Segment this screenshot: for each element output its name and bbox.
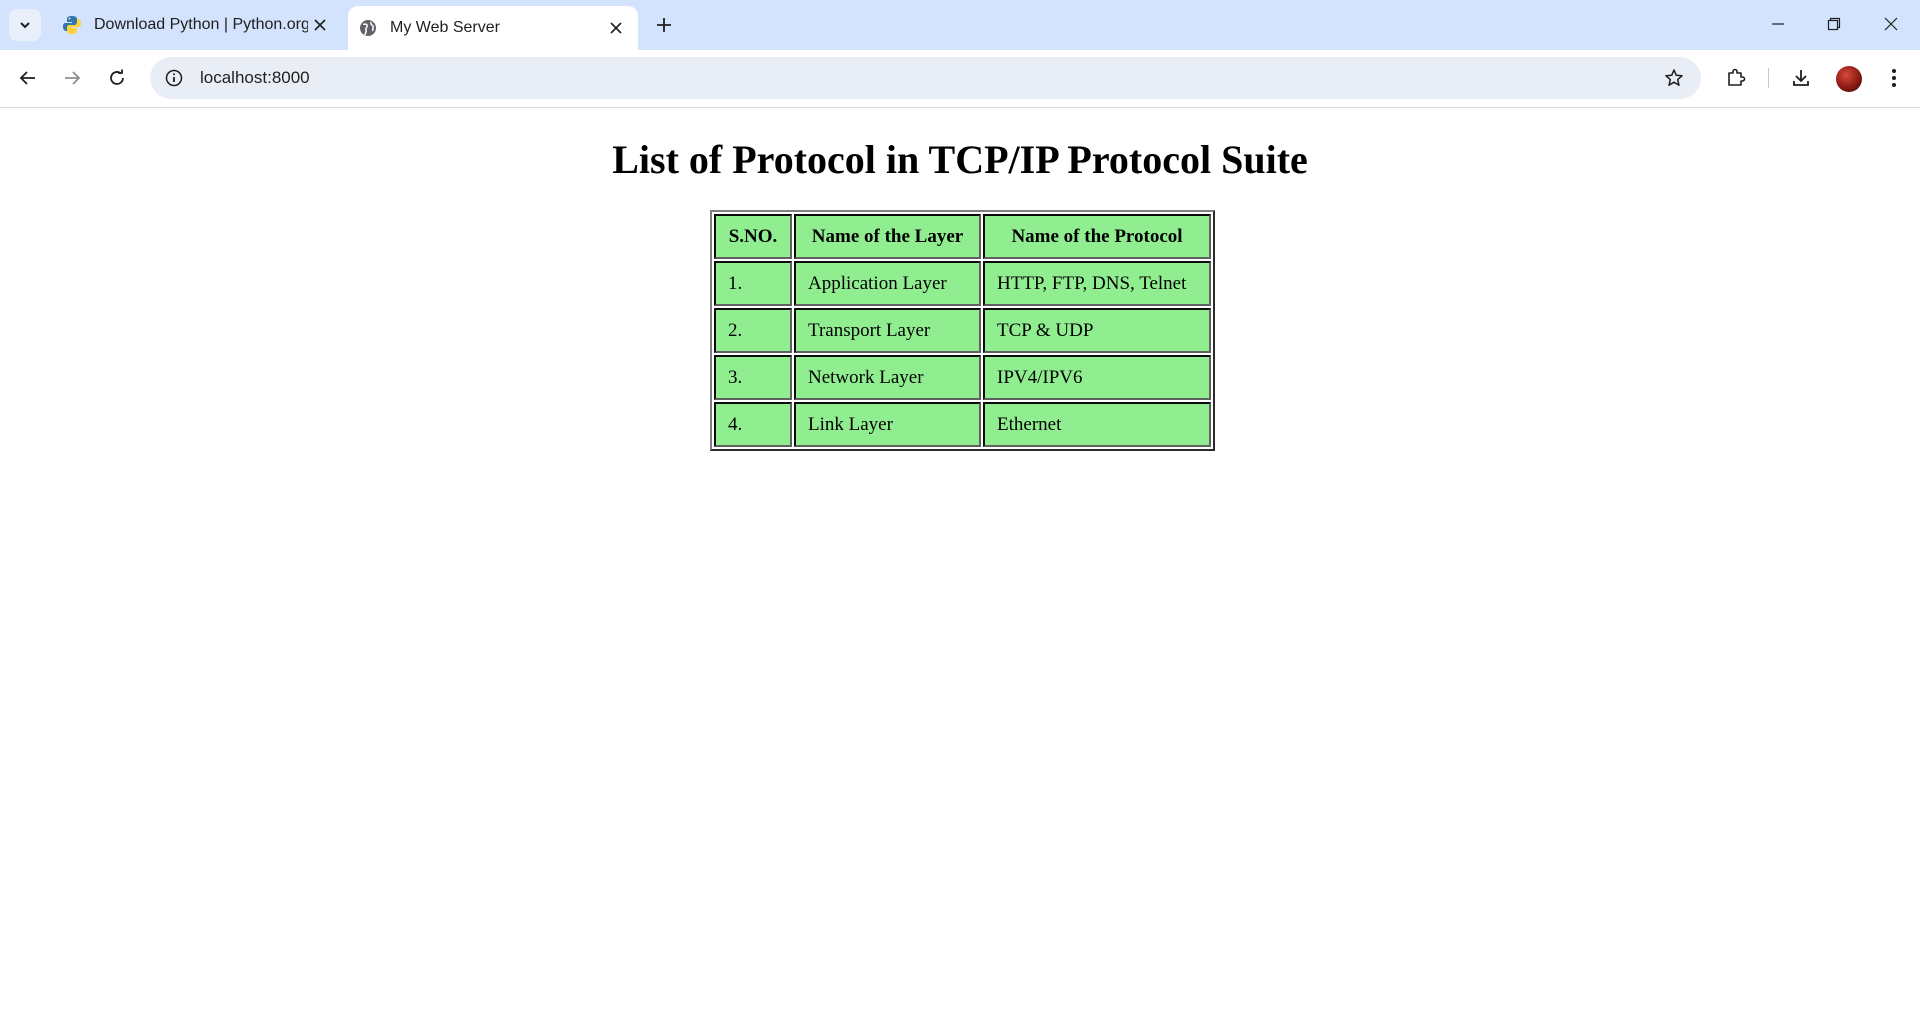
column-header: Name of the Protocol <box>983 214 1211 259</box>
toolbar-divider <box>1768 68 1769 88</box>
chevron-down-icon <box>20 22 30 29</box>
table-cell: 4. <box>714 402 792 447</box>
table-cell: TCP & UDP <box>983 308 1211 353</box>
tab-my-web-server[interactable]: My Web Server <box>348 6 638 50</box>
extensions-button[interactable] <box>1718 60 1754 96</box>
tab-python-org[interactable]: Download Python | Python.org <box>52 6 342 44</box>
table-cell: Ethernet <box>983 402 1211 447</box>
download-icon <box>1793 70 1809 86</box>
address-bar[interactable]: localhost:8000 <box>150 57 1701 99</box>
kebab-menu-icon <box>1892 69 1896 87</box>
protocol-table: S.NO. Name of the Layer Name of the Prot… <box>710 210 1215 451</box>
column-header: Name of the Layer <box>794 214 981 259</box>
puzzle-icon <box>1728 68 1746 86</box>
profile-avatar[interactable] <box>1836 66 1862 92</box>
table-cell: Link Layer <box>794 402 981 447</box>
table-cell: Transport Layer <box>794 308 981 353</box>
plus-icon <box>657 18 671 32</box>
table-cell: HTTP, FTP, DNS, Telnet <box>983 261 1211 306</box>
tab-title: Download Python | Python.org <box>94 16 308 33</box>
back-button[interactable] <box>10 60 46 96</box>
python-icon <box>62 15 82 35</box>
close-window-button[interactable] <box>1873 8 1909 40</box>
arrow-right-icon <box>65 71 81 85</box>
page-title: List of Protocol in TCP/IP Protocol Suit… <box>612 137 1308 182</box>
close-icon <box>1884 17 1898 31</box>
table-row: 2. Transport Layer TCP & UDP <box>714 308 1211 353</box>
reload-icon <box>110 69 124 85</box>
table-cell: 2. <box>714 308 792 353</box>
close-tab-icon[interactable] <box>308 13 332 37</box>
table-cell: 1. <box>714 261 792 306</box>
forward-button[interactable] <box>54 60 90 96</box>
table-cell: Application Layer <box>794 261 981 306</box>
close-tab-icon[interactable] <box>604 16 628 40</box>
restore-button[interactable] <box>1816 8 1852 40</box>
menu-button[interactable] <box>1876 60 1912 96</box>
web-page: List of Protocol in TCP/IP Protocol Suit… <box>0 108 1920 1020</box>
minimize-button[interactable] <box>1760 8 1796 40</box>
table-cell: Network Layer <box>794 355 981 400</box>
bookmark-star-icon[interactable] <box>1659 63 1689 93</box>
site-info-icon[interactable] <box>162 66 186 90</box>
table-header-row: S.NO. Name of the Layer Name of the Prot… <box>714 214 1211 259</box>
globe-icon <box>358 18 378 38</box>
new-tab-button[interactable] <box>650 11 678 39</box>
tab-strip: Download Python | Python.org My Web Serv… <box>0 0 1920 50</box>
browser-toolbar: localhost:8000 <box>0 50 1920 108</box>
table-cell: IPV4/IPV6 <box>983 355 1211 400</box>
arrow-left-icon <box>19 71 35 85</box>
downloads-button[interactable] <box>1783 60 1819 96</box>
table-cell: 3. <box>714 355 792 400</box>
tab-title: My Web Server <box>390 19 500 36</box>
restore-icon <box>1827 17 1841 31</box>
minimize-icon <box>1772 23 1784 25</box>
table-row: 1. Application Layer HTTP, FTP, DNS, Tel… <box>714 261 1211 306</box>
tab-search-button[interactable] <box>9 9 41 41</box>
reload-button[interactable] <box>99 60 135 96</box>
url-text[interactable]: localhost:8000 <box>200 68 1659 88</box>
column-header: S.NO. <box>714 214 792 259</box>
table-row: 4. Link Layer Ethernet <box>714 402 1211 447</box>
table-row: 3. Network Layer IPV4/IPV6 <box>714 355 1211 400</box>
